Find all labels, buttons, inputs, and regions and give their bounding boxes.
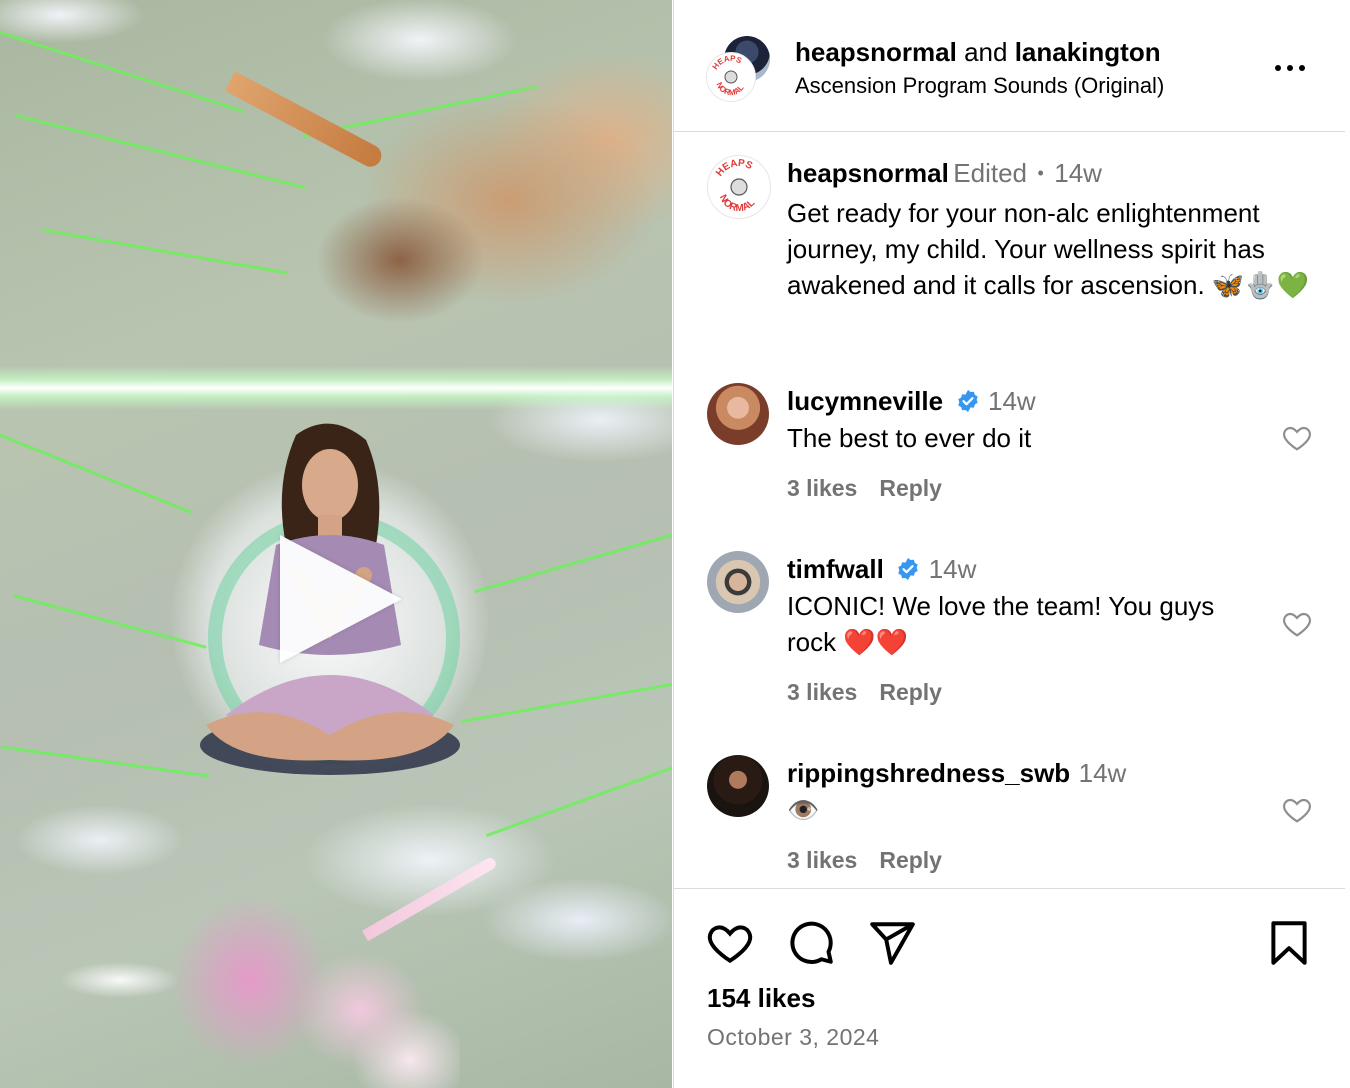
owner-connector: and bbox=[964, 37, 1008, 67]
post-details-panel: HEAPS NORMAL heapsnormal and lanakington… bbox=[673, 0, 1350, 1088]
commenter-avatar[interactable] bbox=[707, 551, 769, 613]
reply-button[interactable]: Reply bbox=[879, 847, 942, 873]
light-streak bbox=[13, 594, 207, 649]
comment-time[interactable]: 14w bbox=[1079, 758, 1127, 788]
light-streak bbox=[0, 745, 210, 778]
caption-text: Get ready for your non-alc enlightenment… bbox=[787, 198, 1310, 300]
heart-icon[interactable] bbox=[1280, 422, 1314, 454]
caption-avatar[interactable]: HEAPS NORMAL bbox=[707, 155, 771, 219]
more-icon[interactable] bbox=[1270, 56, 1310, 80]
edited-label: Edited bbox=[953, 158, 1028, 188]
heart-icon[interactable] bbox=[705, 918, 755, 968]
post-media[interactable] bbox=[0, 0, 672, 1088]
comment-time[interactable]: 14w bbox=[929, 554, 977, 584]
play-icon[interactable] bbox=[280, 535, 402, 663]
light-streak bbox=[0, 428, 193, 515]
verified-badge-icon bbox=[898, 558, 918, 580]
heaps-normal-logo: HEAPS NORMAL bbox=[709, 157, 769, 217]
commenter-avatar[interactable] bbox=[707, 383, 769, 445]
comment-item: timfwall 14w ICONIC! We love the team! Y… bbox=[674, 548, 1345, 718]
comment-likes[interactable]: 3 likes bbox=[787, 475, 857, 501]
caption-username[interactable]: heapsnormal bbox=[787, 158, 949, 188]
light-streak bbox=[0, 29, 245, 114]
comment-icon[interactable] bbox=[786, 918, 836, 968]
caption-time[interactable]: 14w bbox=[1054, 158, 1102, 188]
heart-icon[interactable] bbox=[1280, 794, 1314, 826]
share-icon[interactable] bbox=[867, 918, 917, 968]
commenter-username[interactable]: rippingshredness_swb bbox=[787, 758, 1070, 788]
commenter-username[interactable]: timfwall bbox=[787, 554, 884, 584]
heaps-normal-logo: HEAPS NORMAL bbox=[708, 54, 754, 100]
audio-link[interactable]: Ascension Program Sounds (Original) bbox=[795, 73, 1164, 99]
meta-separator: • bbox=[1037, 163, 1044, 183]
light-streak bbox=[485, 765, 672, 838]
post-likes-count[interactable]: 154 likes bbox=[707, 983, 815, 1014]
pixelated-unicorn-head bbox=[250, 30, 672, 360]
light-streak bbox=[473, 529, 672, 594]
post-header: HEAPS NORMAL heapsnormal and lanakington… bbox=[674, 0, 1345, 132]
comment-text: The best to ever do it bbox=[787, 423, 1032, 453]
reply-button[interactable]: Reply bbox=[879, 475, 942, 501]
collab-avatars[interactable]: HEAPS NORMAL bbox=[706, 36, 772, 102]
comment-item: lucymneville 14w The best to ever do it … bbox=[674, 380, 1345, 510]
verified-badge-icon bbox=[957, 390, 978, 412]
divider bbox=[674, 888, 1345, 889]
bookmark-icon[interactable] bbox=[1264, 918, 1314, 968]
caption: heapsnormal Edited • 14w Get ready for y… bbox=[787, 156, 1327, 303]
comment-text: ICONIC! We love the team! You guys rock … bbox=[787, 591, 1215, 657]
comment-item: rippingshredness_swb 14w 👁️ 3 likes Reply bbox=[674, 752, 1345, 882]
light-streak bbox=[461, 680, 672, 723]
owner-username[interactable]: heapsnormal bbox=[795, 37, 957, 67]
brand-logo-avatar[interactable]: HEAPS NORMAL bbox=[706, 52, 756, 102]
post-date[interactable]: October 3, 2024 bbox=[707, 1024, 879, 1051]
reply-button[interactable]: Reply bbox=[879, 679, 942, 705]
post-owner-line: heapsnormal and lanakington bbox=[795, 37, 1161, 68]
comment-likes[interactable]: 3 likes bbox=[787, 679, 857, 705]
glow-band bbox=[0, 366, 672, 410]
collaborator-username[interactable]: lanakington bbox=[1015, 37, 1161, 67]
commenter-avatar[interactable] bbox=[707, 755, 769, 817]
comment-likes[interactable]: 3 likes bbox=[787, 847, 857, 873]
commenter-username[interactable]: lucymneville bbox=[787, 386, 943, 416]
comment-time[interactable]: 14w bbox=[988, 386, 1036, 416]
comment-text: 👁️ bbox=[787, 795, 820, 825]
pixelated-pink-unicorn bbox=[110, 860, 460, 1088]
heart-icon[interactable] bbox=[1280, 608, 1314, 640]
